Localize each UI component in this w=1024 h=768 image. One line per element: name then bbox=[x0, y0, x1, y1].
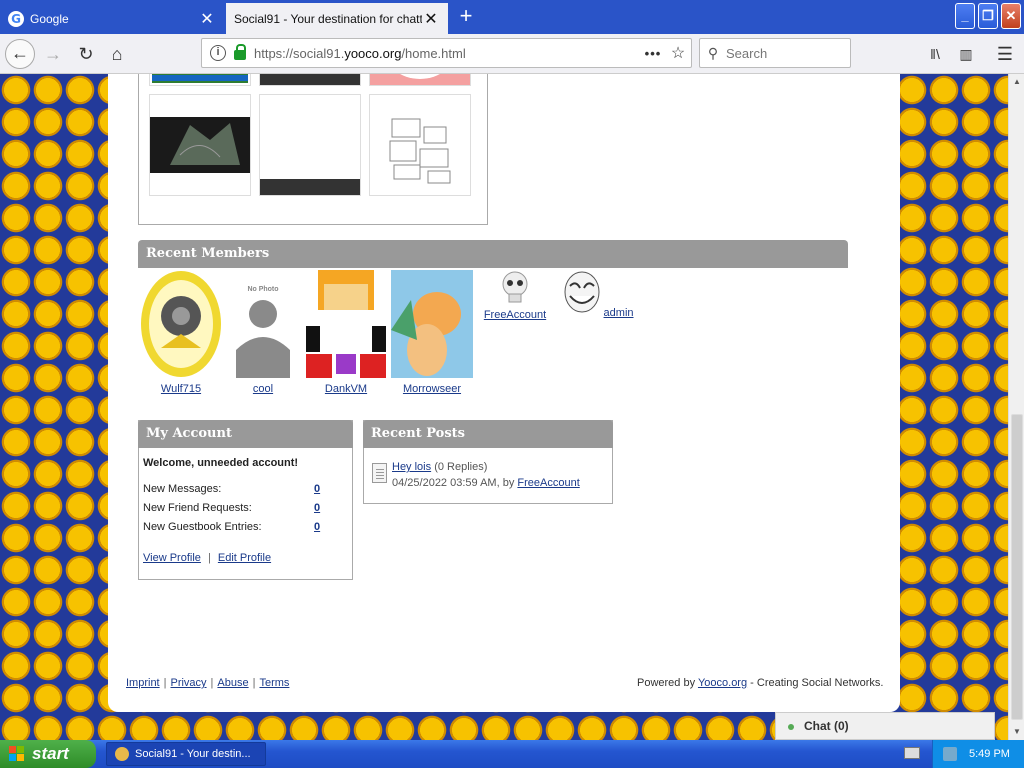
forward-button[interactable]: → bbox=[38, 39, 68, 69]
new-messages-row: New Messages: 0 bbox=[143, 483, 321, 495]
terms-link[interactable]: Terms bbox=[259, 677, 289, 689]
document-icon bbox=[372, 463, 387, 483]
member-name-link[interactable]: cool bbox=[253, 383, 273, 395]
member-avatar[interactable] bbox=[306, 270, 386, 378]
guestbook-entries-count[interactable]: 0 bbox=[314, 521, 320, 533]
gallery-thumbnail[interactable] bbox=[149, 74, 251, 86]
gallery-thumbnail[interactable] bbox=[369, 74, 471, 86]
scroll-up-icon[interactable]: ▲ bbox=[1009, 74, 1024, 90]
lock-icon[interactable] bbox=[234, 44, 246, 60]
new-tab-button[interactable]: + bbox=[454, 4, 478, 30]
member-name-link[interactable]: FreeAccount bbox=[484, 309, 546, 321]
member-name-link[interactable]: Morrowseer bbox=[403, 383, 461, 395]
member-name-link[interactable]: DankVM bbox=[325, 383, 367, 395]
recent-posts-panel: Recent Posts Hey lois (0 Replies) 04/25/… bbox=[363, 420, 613, 504]
yooco-link[interactable]: Yooco.org bbox=[698, 677, 747, 689]
address-bar[interactable]: i https://social91.yooco.org/home.html •… bbox=[201, 38, 692, 68]
home-button[interactable]: ⌂ bbox=[102, 39, 132, 69]
member-avatar[interactable] bbox=[564, 270, 600, 314]
tab-google[interactable]: G Google ✕ bbox=[0, 3, 224, 34]
friend-requests-count[interactable]: 0 bbox=[314, 502, 320, 514]
page-scrollbar[interactable]: ▲ ▼ bbox=[1008, 74, 1024, 740]
taskbar: start Social91 - Your destin... 5:49 PM bbox=[0, 740, 1024, 768]
gallery-thumbnail[interactable] bbox=[149, 94, 251, 196]
page-content: Recent Members Wulf715 cool No Photo Dan… bbox=[108, 74, 900, 712]
url-text[interactable]: https://social91.yooco.org/home.html bbox=[254, 46, 641, 61]
library-icon[interactable]: ‖\ bbox=[920, 39, 950, 69]
photo-gallery bbox=[138, 74, 488, 225]
member-card[interactable]: DankVM bbox=[306, 270, 386, 395]
member-avatar[interactable] bbox=[500, 270, 530, 304]
friend-requests-row: New Friend Requests: 0 bbox=[143, 502, 321, 514]
info-icon[interactable]: i bbox=[210, 45, 226, 61]
firefox-icon bbox=[115, 747, 129, 761]
edit-profile-link[interactable]: Edit Profile bbox=[218, 552, 271, 564]
page-actions-icon[interactable]: ••• bbox=[641, 46, 665, 61]
tab-title: Social91 - Your destination for chatting bbox=[234, 11, 422, 26]
member-card[interactable]: cool No Photo bbox=[228, 270, 298, 395]
recent-posts-header: Recent Posts bbox=[363, 420, 613, 448]
bookmark-star-icon[interactable]: ☆ bbox=[665, 43, 691, 63]
member-card[interactable]: admin bbox=[564, 270, 634, 319]
imprint-link[interactable]: Imprint bbox=[126, 677, 160, 689]
my-account-header: My Account bbox=[138, 420, 353, 448]
clock[interactable]: 5:49 PM bbox=[969, 748, 1010, 760]
powered-by: Powered by Yooco.org - Creating Social N… bbox=[637, 677, 884, 689]
google-g-icon: G bbox=[8, 10, 24, 27]
hamburger-menu-icon[interactable]: ☰ bbox=[990, 39, 1020, 69]
close-tab-icon[interactable]: ✕ bbox=[422, 9, 440, 29]
post-meta: 04/25/2022 03:59 AM, by bbox=[392, 477, 515, 489]
post-title-link[interactable]: Hey lois bbox=[392, 461, 431, 473]
sidebar-icon[interactable]: ▥ bbox=[951, 39, 981, 69]
minimize-button[interactable]: _ bbox=[955, 3, 975, 29]
gallery-thumbnail[interactable] bbox=[259, 74, 361, 86]
maximize-button[interactable]: ❐ bbox=[978, 3, 998, 29]
scrollbar-thumb[interactable] bbox=[1011, 414, 1023, 720]
recent-members-header: Recent Members bbox=[138, 240, 848, 268]
welcome-text: Welcome, unneeded account! bbox=[143, 457, 299, 469]
search-icon: ⚲ bbox=[707, 44, 719, 61]
reload-button[interactable]: ↻ bbox=[71, 39, 101, 69]
new-messages-count[interactable]: 0 bbox=[314, 483, 320, 495]
tab-title: Google bbox=[30, 11, 69, 26]
post-author-link[interactable]: FreeAccount bbox=[517, 477, 579, 489]
navigation-toolbar: ← → ↻ ⌂ i https://social91.yooco.org/hom… bbox=[0, 34, 1024, 74]
keyboard-icon[interactable] bbox=[904, 747, 920, 759]
member-card[interactable]: FreeAccount bbox=[480, 270, 550, 321]
member-name-link[interactable]: Wulf715 bbox=[161, 383, 201, 395]
post-replies: (0 Replies) bbox=[434, 461, 488, 473]
guestbook-entries-row: New Guestbook Entries: 0 bbox=[143, 521, 321, 533]
member-avatar[interactable] bbox=[391, 270, 473, 378]
scroll-down-icon[interactable]: ▼ bbox=[1009, 724, 1024, 740]
gallery-thumbnail[interactable] bbox=[259, 94, 361, 196]
tab-strip: G Google ✕ Social91 - Your destination f… bbox=[0, 0, 1024, 34]
no-photo-label: No Photo bbox=[247, 286, 279, 293]
back-button[interactable]: ← bbox=[5, 39, 35, 69]
member-avatar[interactable] bbox=[139, 270, 223, 378]
page-footer: Imprint | Privacy | Abuse | Terms Powered by Y… bbox=[126, 677, 884, 689]
chat-bar[interactable]: Chat (0) bbox=[775, 712, 995, 740]
abuse-link[interactable]: Abuse bbox=[217, 677, 248, 689]
close-tab-icon[interactable]: ✕ bbox=[198, 9, 216, 29]
profile-links: View Profile | Edit Profile bbox=[143, 552, 272, 564]
gallery-thumbnail[interactable] bbox=[369, 94, 471, 196]
online-status-icon bbox=[788, 724, 794, 730]
page-viewport: Recent Members Wulf715 cool No Photo Dan… bbox=[0, 74, 1008, 740]
tab-social91[interactable]: Social91 - Your destination for chatting… bbox=[226, 3, 448, 34]
member-card[interactable]: Morrowseer bbox=[390, 270, 474, 395]
member-name-link[interactable]: admin bbox=[604, 307, 634, 319]
member-card[interactable]: Wulf715 bbox=[138, 270, 224, 395]
close-window-button[interactable]: ✕ bbox=[1001, 3, 1021, 29]
view-profile-link[interactable]: View Profile bbox=[143, 552, 201, 564]
search-input[interactable]: ⚲ Search bbox=[699, 38, 851, 68]
privacy-link[interactable]: Privacy bbox=[170, 677, 206, 689]
chat-label: Chat (0) bbox=[804, 719, 849, 733]
system-tray: 5:49 PM bbox=[932, 740, 1024, 768]
network-icon[interactable] bbox=[943, 747, 957, 761]
start-button[interactable]: start bbox=[0, 740, 96, 768]
my-account-panel: My Account Welcome, unneeded account! Ne… bbox=[138, 420, 353, 580]
windows-logo-icon bbox=[9, 746, 25, 762]
taskbar-firefox-window[interactable]: Social91 - Your destin... bbox=[106, 742, 266, 766]
